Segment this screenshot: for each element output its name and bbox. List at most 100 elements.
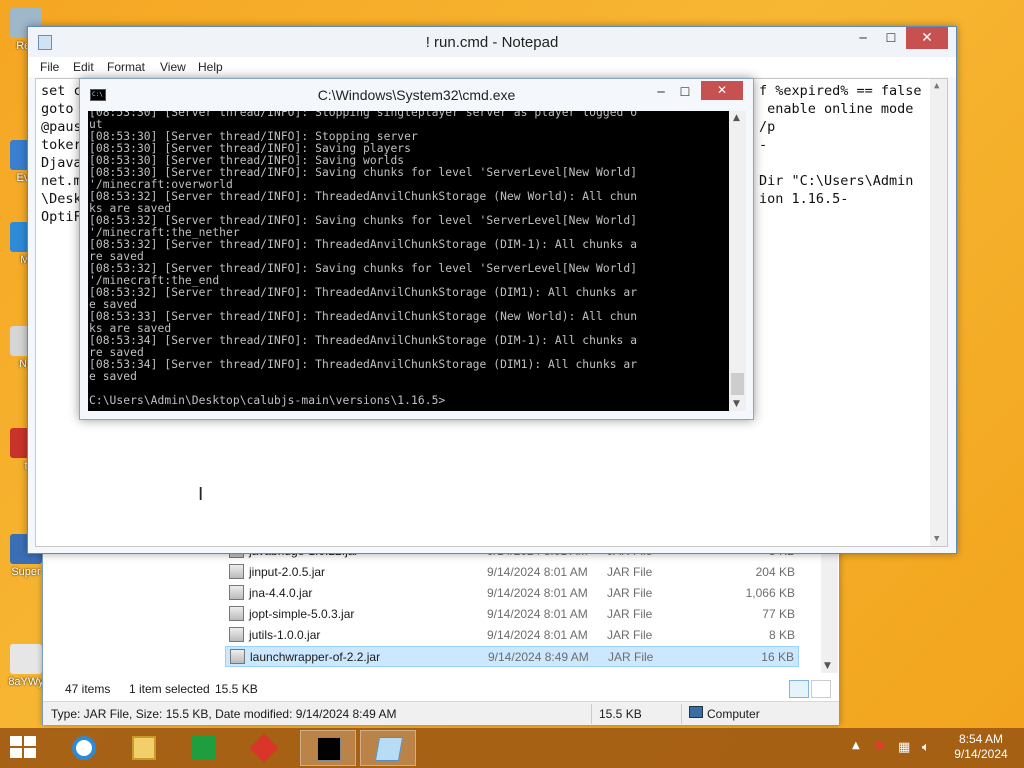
selected-count: 1 item selected: [129, 682, 210, 696]
notepad-menu-bar: File Edit Format View Help: [28, 57, 956, 77]
flag-icon[interactable]: ⚑: [874, 740, 886, 755]
file-date: 9/14/2024 8:01 AM: [487, 586, 588, 600]
details-info: Type: JAR File, Size: 15.5 KB, Date modi…: [51, 707, 397, 721]
file-row[interactable]: jinput-2.0.5.jar 9/14/2024 8:01 AM JAR Fil…: [225, 562, 799, 583]
scroll-up-icon[interactable]: ▲: [733, 113, 740, 123]
file-row[interactable]: launchwrapper-of-2.2.jar 9/14/2024 8:49 A…: [225, 646, 799, 667]
file-name: jinput-2.0.5.jar: [249, 565, 326, 579]
jar-file-icon: [229, 606, 244, 621]
notepad-line-fragment: f %expired% == false: [759, 83, 922, 99]
desktop-icon[interactable]: 8aYWy: [6, 644, 46, 688]
file-date: 9/14/2024 8:01 AM: [487, 565, 588, 579]
notepad-line-fragment: -: [759, 137, 768, 153]
console-line: [08:53:34] [Server thread/INFO]: Threade…: [89, 358, 638, 371]
computer-icon: [689, 706, 703, 718]
menu-item-help[interactable]: Help: [198, 60, 223, 74]
start-button[interactable]: [10, 736, 38, 760]
file-size: 8 KB: [768, 628, 795, 642]
file-date: 9/14/2024 8:01 AM: [487, 607, 588, 621]
console-line: [08:53:32] [Server thread/INFO]: Threade…: [89, 286, 638, 299]
menu-item-edit[interactable]: Edit: [73, 60, 94, 74]
file-type: JAR File: [607, 628, 653, 642]
notepad-maximize-button[interactable]: ☐: [878, 27, 904, 49]
console-line: [08:53:32] [Server thread/INFO]: Threade…: [89, 190, 638, 203]
details-bar: Type: JAR File, Size: 15.5 KB, Date modi…: [43, 701, 839, 725]
file-type: JAR File: [608, 650, 654, 664]
taskbar-cmd[interactable]: [300, 730, 356, 766]
file-size: 16 KB: [761, 650, 794, 664]
cmd-maximize-button[interactable]: ☐: [673, 81, 697, 103]
notepad-line: \Desk: [41, 191, 82, 207]
show-hidden-icons[interactable]: ▲: [852, 740, 860, 751]
console-line: [08:53:33] [Server thread/INFO]: Threade…: [89, 310, 638, 323]
notepad-close-button[interactable]: ✕: [906, 27, 948, 49]
taskbar-internet-explorer[interactable]: [56, 730, 112, 766]
taskbar-clock[interactable]: 8:54 AM 9/14/2024: [948, 732, 1014, 762]
text-cursor-icon: Ⅰ: [198, 484, 204, 505]
console-line: [08:53:30] [Server thread/INFO]: Stoppin…: [89, 111, 638, 119]
jar-file-icon: [230, 649, 245, 664]
taskbar-file-explorer[interactable]: [116, 730, 172, 766]
explorer-scrollbar[interactable]: ▼: [821, 549, 838, 673]
cmd-window[interactable]: C:\ C:\Windows\System32\cmd.exe ─ ☐ ✕ [0…: [79, 78, 754, 420]
file-type: JAR File: [607, 607, 653, 621]
file-date: 9/14/2024 8:01 AM: [487, 628, 588, 642]
scroll-down-icon[interactable]: ▼: [934, 534, 939, 544]
notepad-scrollbar[interactable]: ▲ ▼: [930, 79, 947, 546]
cmd-scrollbar[interactable]: ▲ ▼: [729, 111, 746, 411]
scroll-down-icon[interactable]: ▼: [733, 399, 740, 409]
notepad-line: @paus: [41, 119, 82, 135]
jar-file-icon: [229, 627, 244, 642]
notepad-line: set c: [41, 83, 82, 99]
file-row[interactable]: jna-4.4.0.jar 9/14/2024 8:01 AM JAR File 1,…: [225, 583, 799, 604]
explorer-status-bar: 47 items 1 item selected 15.5 KB: [43, 678, 839, 700]
taskbar: ▲ ⚑ ▦ 🔈︎ 8:54 AM 9/14/2024: [0, 728, 1024, 768]
cmd-title-bar[interactable]: C:\ C:\Windows\System32\cmd.exe ─ ☐ ✕: [80, 79, 753, 111]
large-icons-view-button[interactable]: [811, 680, 831, 698]
file-type: JAR File: [607, 586, 653, 600]
file-name: launchwrapper-of-2.2.jar: [250, 650, 381, 664]
notepad-icon: [374, 737, 404, 761]
clock-time: 8:54 AM: [958, 732, 1004, 746]
file-name: jutils-1.0.0.jar: [249, 628, 321, 642]
file-date: 9/14/2024 8:49 AM: [488, 650, 589, 664]
details-view-button[interactable]: [789, 680, 809, 698]
file-row[interactable]: jutils-1.0.0.jar 9/14/2024 8:01 AM JAR Fil…: [225, 625, 799, 646]
file-size: 1,066 KB: [745, 586, 795, 600]
item-count: 47 items: [65, 682, 111, 696]
console-line: e saved: [89, 370, 137, 383]
file-size: 204 KB: [755, 565, 795, 579]
menu-item-format[interactable]: Format: [107, 60, 145, 74]
console-line: [08:53:32] [Server thread/INFO]: Threade…: [89, 238, 638, 251]
cmd-icon: [317, 737, 341, 761]
file-type: JAR File: [607, 565, 653, 579]
console-line: C:\Users\Admin\Desktop\calubjs-main\vers…: [89, 394, 446, 407]
notepad-line-fragment: ion 1.16.5-: [759, 191, 849, 207]
notepad-line-fragment: Dir "C:\Users\Admin: [759, 173, 914, 189]
file-row[interactable]: jopt-simple-5.0.3.jar 9/14/2024 8:01 AM JA…: [225, 604, 799, 625]
internet-explorer-icon: [72, 736, 96, 760]
notepad-minimize-button[interactable]: ─: [850, 27, 876, 49]
cmd-close-button[interactable]: ✕: [701, 81, 743, 100]
notepad-line-fragment: enable online mode: [759, 101, 914, 117]
file-name: jopt-simple-5.0.3.jar: [249, 607, 355, 621]
notepad-title-bar[interactable]: ! run.cmd - Notepad ─ ☐ ✕: [28, 27, 956, 57]
desktop-icon-label: Super: [11, 566, 41, 578]
store-icon: [192, 736, 216, 760]
network-icon[interactable]: ▦: [898, 740, 910, 755]
selected-size: 15.5 KB: [215, 682, 258, 696]
taskbar-notepad[interactable]: [360, 730, 416, 766]
cmd-console-output[interactable]: [08:53:30] [Server thread/INFO]: Stoppin…: [88, 111, 729, 411]
desktop-icon-label: 8aYWy: [8, 676, 44, 688]
menu-item-view[interactable]: View: [160, 60, 186, 74]
scroll-up-icon[interactable]: ▲: [934, 81, 939, 91]
taskbar-app[interactable]: [236, 730, 292, 766]
cmd-scroll-thumb[interactable]: [731, 373, 744, 395]
menu-item-file[interactable]: File: [40, 60, 59, 74]
taskbar-store[interactable]: [176, 730, 232, 766]
volume-icon[interactable]: 🔈︎: [922, 740, 930, 755]
notepad-line: OptiF: [41, 209, 82, 225]
app-icon: [249, 733, 279, 763]
notepad-line: net.m: [41, 173, 82, 189]
cmd-minimize-button[interactable]: ─: [649, 81, 673, 103]
